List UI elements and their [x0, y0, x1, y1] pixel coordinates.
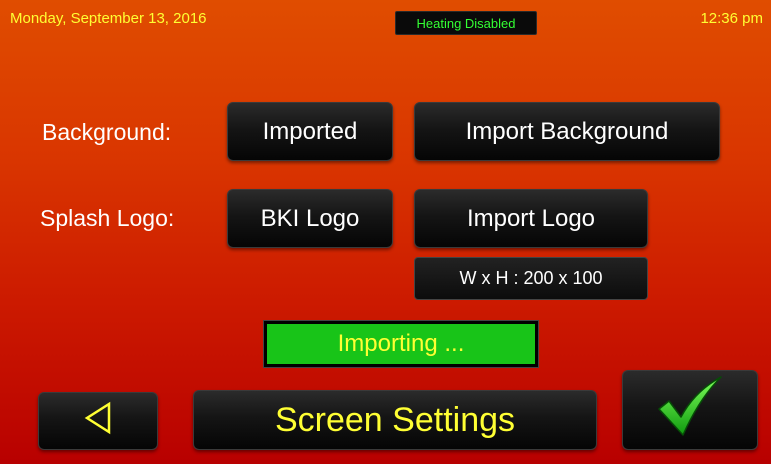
logo-dimensions-display: W x H : 200 x 100 [414, 257, 648, 300]
progress-label: Importing ... [337, 330, 465, 357]
background-value-button[interactable]: Imported [227, 102, 393, 161]
screen-title: Screen Settings [193, 390, 597, 450]
import-progress-bar: Importing ... [263, 320, 539, 368]
top-status-bar: Monday, September 13, 2016 Heating Disab… [0, 0, 771, 40]
progress-fill: Importing ... [267, 324, 535, 364]
back-button[interactable] [38, 392, 158, 450]
back-triangle-icon [83, 401, 113, 442]
import-background-button[interactable]: Import Background [414, 102, 720, 161]
import-logo-button[interactable]: Import Logo [414, 189, 648, 248]
splash-logo-value-button[interactable]: BKI Logo [227, 189, 393, 248]
checkmark-icon [655, 375, 725, 446]
background-label: Background: [42, 119, 172, 145]
heating-status-badge: Heating Disabled [395, 11, 537, 35]
time-display: 12:36 pm [700, 10, 763, 27]
date-display: Monday, September 13, 2016 [10, 10, 207, 27]
splash-logo-label: Splash Logo: [40, 205, 175, 231]
confirm-button[interactable] [622, 370, 758, 450]
